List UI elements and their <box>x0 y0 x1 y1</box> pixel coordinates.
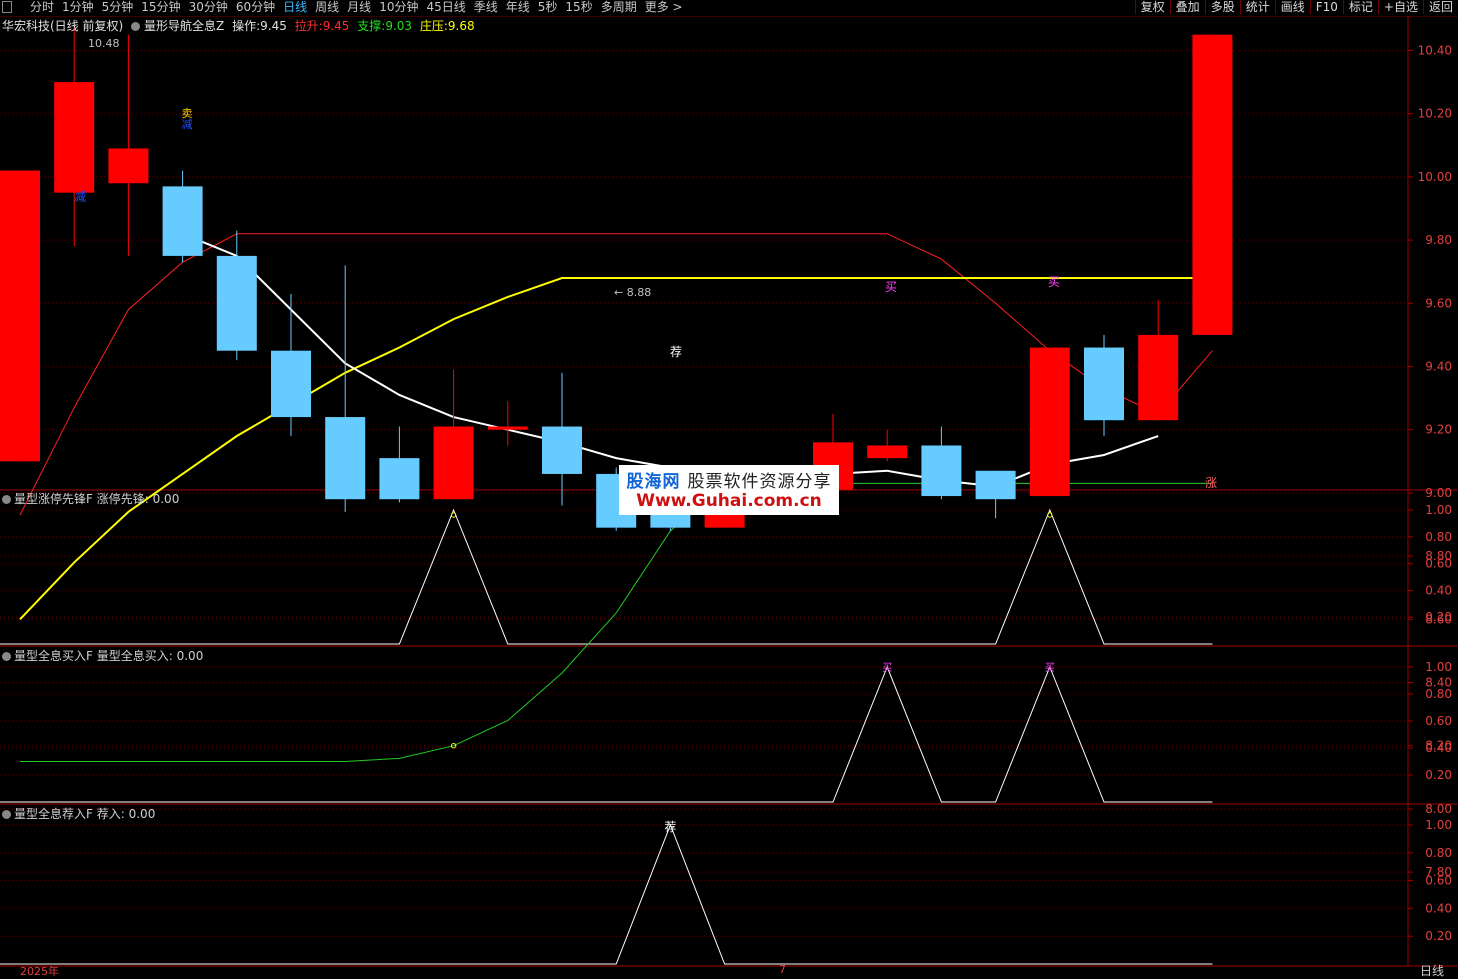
sub-recommend-marker: 荐 <box>664 820 676 834</box>
sub-legend-3: 量型全息荐入F 荐入: 0.00 <box>2 807 155 821</box>
support-value: 9.03 <box>385 19 413 33</box>
sub3-value: 0.00 <box>128 807 156 821</box>
sub2-name[interactable]: 量型全息买入F <box>14 649 93 663</box>
sub2-series: 量型全息买入 <box>96 649 169 663</box>
sub-legend-2: 量型全息买入F 量型全息买入: 0.00 <box>2 649 203 663</box>
candle-body <box>108 148 149 184</box>
watermark-url: Www.Guhai.com.cn <box>636 491 822 511</box>
sub-y-tick-label: 0.60 <box>1425 714 1452 728</box>
candle-body <box>216 255 257 351</box>
sub-y-tick-label: 0.40 <box>1425 741 1452 755</box>
press-value: 9.68 <box>447 19 475 33</box>
sub-y-tick-label: 0.20 <box>1425 610 1452 624</box>
lift-value: 9.45 <box>322 19 350 33</box>
candle-body <box>54 82 95 193</box>
sub-y-tick-label: 0.80 <box>1425 687 1452 701</box>
limit-up-marker: 涨 <box>1205 475 1217 490</box>
sub-y-tick-label: 1.00 <box>1425 660 1452 674</box>
sub-y-tick-label: 0.80 <box>1425 846 1452 860</box>
month-label: 7 <box>779 963 786 976</box>
y-tick-label: 9.60 <box>1425 296 1452 310</box>
sub1-toggle-icon[interactable] <box>2 495 11 504</box>
candle-body <box>542 426 582 474</box>
stock-name[interactable]: 华宏科技(日线 前复权) <box>2 19 123 33</box>
high-price-label: 10.48 <box>88 37 120 50</box>
guhai-watermark: 股海网 股票软件资源分享 Www.Guhai.com.cn <box>619 465 839 515</box>
y-tick-label: 10.20 <box>1418 107 1452 121</box>
sub-y-tick-label: 1.00 <box>1425 503 1452 517</box>
candle-body <box>975 470 1016 500</box>
buy-marker-2: 买 <box>1048 275 1060 289</box>
y-tick-label: 9.40 <box>1425 360 1452 374</box>
sub3-series: 荐入 <box>96 807 121 821</box>
candle-body <box>0 170 40 462</box>
press-label: 庄压: <box>419 19 448 33</box>
indicator-name[interactable]: 量形导航全息Z <box>144 19 224 33</box>
sub3-name[interactable]: 量型全息荐入F <box>14 807 93 821</box>
sub-legend-1: 量型涨停先锋F 涨停先锋: 0.00 <box>2 492 179 506</box>
support-label: 支撑: <box>357 19 386 33</box>
sub1-series: 涨停先锋 <box>96 492 145 506</box>
y-tick-label: 8.00 <box>1425 802 1452 816</box>
candle-body <box>271 350 311 418</box>
candle-body <box>379 458 420 500</box>
y-tick-label: 9.80 <box>1425 233 1452 247</box>
sub-series-line-2 <box>0 823 1213 965</box>
sub1-value: 0.00 <box>152 492 180 506</box>
candle-body <box>325 417 366 500</box>
reduce-marker: 减 <box>74 190 86 204</box>
candle-body <box>867 445 908 459</box>
candle-body <box>162 186 203 256</box>
y-tick-label: 10.00 <box>1418 170 1452 184</box>
sub-y-tick-label: 0.60 <box>1425 874 1452 888</box>
reduce-marker-2: 减 <box>182 118 193 131</box>
sub-y-tick-label: 0.20 <box>1425 768 1452 782</box>
year-label: 2025年 <box>20 965 59 978</box>
candle-body <box>921 445 962 497</box>
indicator-toggle-icon[interactable] <box>131 22 141 31</box>
recommend-marker: 荐 <box>670 345 682 359</box>
watermark-brand: 股海网 <box>626 472 681 492</box>
sub-y-tick-label: 0.20 <box>1425 929 1452 943</box>
sub-buy-marker: 买 <box>1045 662 1055 674</box>
op-label: 操作: <box>232 19 261 33</box>
main-legend: 华宏科技(日线 前复权) 量形导航全息Z 操作:9.45 拉升:9.45 支撑:… <box>2 19 479 33</box>
candle-body <box>1029 347 1070 497</box>
candle-body <box>487 426 528 430</box>
lift-label: 拉升: <box>294 19 323 33</box>
y-tick-label: 9.00 <box>1425 486 1452 500</box>
candle-body <box>1192 34 1233 335</box>
candle-body <box>1084 347 1124 421</box>
y-tick-label: 10.40 <box>1418 44 1452 58</box>
candle-body <box>433 426 474 500</box>
sub-y-tick-label: 0.40 <box>1425 901 1452 915</box>
sub1-name[interactable]: 量型涨停先锋F <box>14 492 93 506</box>
sub-series-line-1 <box>0 665 1213 803</box>
candle-body <box>1138 334 1179 421</box>
sub-buy-marker: 买 <box>882 662 892 674</box>
low-price-label: ← 8.88 <box>614 286 651 299</box>
sub-y-tick-label: 0.40 <box>1425 583 1452 597</box>
sub3-toggle-icon[interactable] <box>2 810 11 819</box>
watermark-tagline: 股票软件资源分享 <box>687 472 832 492</box>
sub2-value: 0.00 <box>176 649 204 663</box>
y-tick-label: 9.20 <box>1425 423 1452 437</box>
sub-y-tick-label: 1.00 <box>1425 818 1452 832</box>
buy-marker: 买 <box>885 280 897 294</box>
sub2-toggle-icon[interactable] <box>2 652 11 661</box>
sub-y-tick-label: 0.60 <box>1425 557 1452 571</box>
sub-y-tick-label: 0.80 <box>1425 530 1452 544</box>
op-value: 9.45 <box>260 19 287 33</box>
period-label[interactable]: 日线 <box>1420 962 1444 979</box>
